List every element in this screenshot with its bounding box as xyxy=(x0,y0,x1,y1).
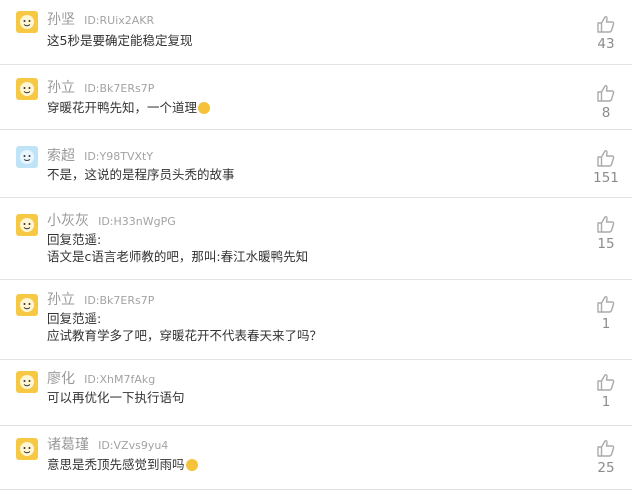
blushing-emoji-icon xyxy=(185,459,198,471)
username[interactable]: 小灰灰 xyxy=(47,213,89,229)
comment-item: 廖化 ID:XhM7fAkg 可以再优化一下执行语句 1 xyxy=(0,360,632,426)
thumbs-up-icon xyxy=(597,296,615,313)
comment-meta: 廖化 ID:XhM7fAkg xyxy=(47,368,155,388)
like-count: 43 xyxy=(597,36,615,52)
comment-item: 诸葛瑾 ID:VZvs9yu4 意思是秃顶先感觉到雨吗 25 xyxy=(0,426,632,490)
thumbs-up-icon xyxy=(597,16,615,33)
laughing-emoji-icon xyxy=(198,102,211,114)
thumbs-up-icon xyxy=(597,374,615,391)
user-avatar[interactable] xyxy=(16,146,38,168)
comment-list: 孙坚 ID:RUix2AKR 这5秒是要确定能稳定复现 43 孙立 ID:Bk7… xyxy=(0,0,640,491)
comment-item: 索超 ID:Y98TVXtY 不是，这说的是程序员头秃的故事 151 xyxy=(0,130,632,198)
like-count: 1 xyxy=(601,316,611,332)
user-id: ID:Bk7ERs7P xyxy=(84,82,155,95)
like-button[interactable]: 1 xyxy=(592,294,620,332)
user-avatar[interactable] xyxy=(16,11,38,33)
like-button[interactable]: 43 xyxy=(592,14,620,52)
reply-to-label: 回复范遥: xyxy=(47,311,102,326)
comment-meta: 诸葛瑾 ID:VZvs9yu4 xyxy=(47,434,168,454)
comment-meta: 孙坚 ID:RUix2AKR xyxy=(47,9,154,29)
user-id: ID:Bk7ERs7P xyxy=(84,294,155,307)
username[interactable]: 孙坚 xyxy=(47,12,75,28)
username[interactable]: 廖化 xyxy=(47,371,75,387)
comment-text: 语文是c语言老师教的吧，那叫:春江水暖鸭先知 xyxy=(47,249,309,264)
like-count: 1 xyxy=(601,394,611,410)
user-avatar[interactable] xyxy=(16,371,38,393)
user-avatar[interactable] xyxy=(16,438,38,460)
comment-item: 孙立 ID:Bk7ERs7P 回复范遥: 应试教育学多了吧，穿暖花开不代表春天来… xyxy=(0,280,632,360)
username[interactable]: 诸葛瑾 xyxy=(47,437,89,453)
like-count: 15 xyxy=(597,236,615,252)
user-id: ID:RUix2AKR xyxy=(84,14,155,27)
comment-text-line: 意思是秃顶先感觉到雨吗 xyxy=(47,457,185,472)
user-avatar[interactable] xyxy=(16,294,38,316)
user-id: ID:H33nWgPG xyxy=(98,215,176,228)
thumbs-up-icon xyxy=(597,85,615,102)
like-button[interactable]: 1 xyxy=(592,372,620,410)
comment-text-line: 穿暖花开鸭先知，一个道理 xyxy=(47,100,198,115)
comment-item: 小灰灰 ID:H33nWgPG 回复范遥: 语文是c语言老师教的吧，那叫:春江水… xyxy=(0,198,632,280)
thumbs-up-icon xyxy=(597,150,615,167)
user-avatar[interactable] xyxy=(16,214,38,236)
comment-text: 不是，这说的是程序员头秃的故事 xyxy=(47,167,235,182)
user-id: ID:XhM7fAkg xyxy=(84,373,156,386)
like-count: 151 xyxy=(593,170,619,186)
user-avatar[interactable] xyxy=(16,78,38,100)
comment-meta: 孙立 ID:Bk7ERs7P xyxy=(47,77,154,97)
username[interactable]: 孙立 xyxy=(47,292,75,308)
thumbs-up-icon xyxy=(597,216,615,233)
like-button[interactable]: 151 xyxy=(592,148,620,186)
user-id: ID:Y98TVXtY xyxy=(84,150,154,163)
comment-text: 这5秒是要确定能稳定复现 xyxy=(47,33,193,48)
comment-item: 孙立 ID:Bk7ERs7P 穿暖花开鸭先知，一个道理 8 xyxy=(0,65,632,130)
comment-text: 应试教育学多了吧，穿暖花开不代表春天来了吗？ xyxy=(47,328,323,343)
like-button[interactable]: 25 xyxy=(592,438,620,476)
thumbs-up-icon xyxy=(597,440,615,457)
user-id: ID:VZvs9yu4 xyxy=(98,439,169,452)
comment-text: 可以再优化一下执行语句 xyxy=(47,390,185,405)
comment-text: 穿暖花开鸭先知，一个道理 xyxy=(47,99,211,116)
comment-meta: 小灰灰 ID:H33nWgPG xyxy=(47,210,176,230)
like-button[interactable]: 15 xyxy=(592,214,620,252)
comment-meta: 孙立 ID:Bk7ERs7P xyxy=(47,289,154,309)
like-count: 8 xyxy=(601,105,611,121)
reply-to-label: 回复范遥: xyxy=(47,232,102,247)
like-button[interactable]: 8 xyxy=(592,83,620,121)
comment-text: 意思是秃顶先感觉到雨吗 xyxy=(47,456,198,473)
comment-item: 孙坚 ID:RUix2AKR 这5秒是要确定能稳定复现 43 xyxy=(0,0,632,65)
username[interactable]: 孙立 xyxy=(47,80,75,96)
username[interactable]: 索超 xyxy=(47,148,75,164)
like-count: 25 xyxy=(597,460,615,476)
comment-meta: 索超 ID:Y98TVXtY xyxy=(47,145,153,165)
